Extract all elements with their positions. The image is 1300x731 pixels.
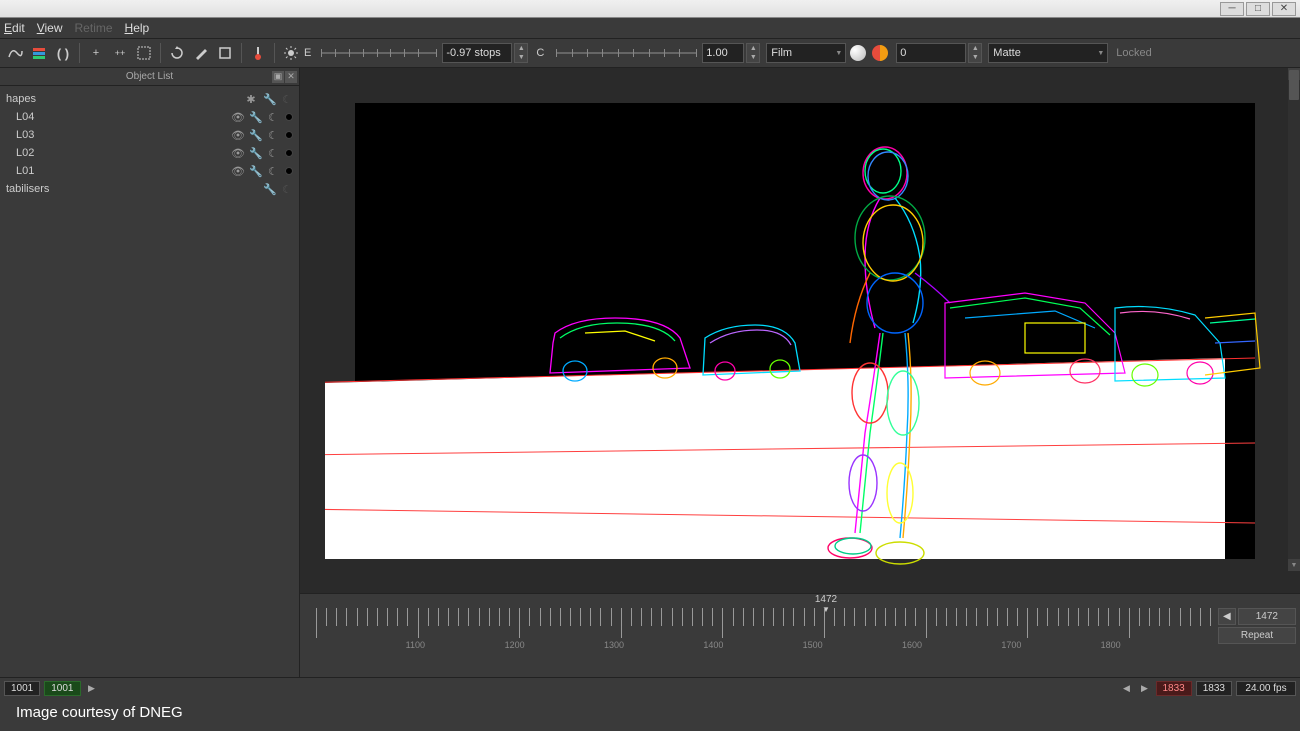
item-label: L02 xyxy=(6,147,231,159)
close-button[interactable]: ✕ xyxy=(1272,2,1296,16)
repeat-button[interactable]: Repeat xyxy=(1218,627,1296,644)
bottom-bar: 1001 1001 ▶ ◀ ▶ 1833 1833 24.00 fps xyxy=(0,677,1300,699)
list-item[interactable]: hapes✱ 🔧 ☾ xyxy=(0,90,299,108)
white-point-icon[interactable] xyxy=(850,45,866,61)
separator xyxy=(160,43,161,63)
matte-dropdown[interactable]: Matte xyxy=(988,43,1108,63)
colorspace-dropdown[interactable]: Film xyxy=(766,43,846,63)
split-color-icon[interactable] xyxy=(872,45,888,61)
moon-icon: ☾ xyxy=(281,93,293,106)
selection-icon[interactable] xyxy=(133,42,155,64)
wrench-icon: 🔧 xyxy=(249,129,261,142)
start-range-field[interactable]: 1001 xyxy=(4,681,40,696)
gain-field[interactable] xyxy=(896,43,966,63)
stops-spinner[interactable]: ▲▼ xyxy=(514,43,528,63)
wrench-icon: 🔧 xyxy=(263,93,275,106)
fps-field[interactable]: 24.00 fps xyxy=(1236,681,1296,696)
roto-shapes xyxy=(325,93,1285,593)
menu-help[interactable]: Help xyxy=(125,21,150,35)
play-forward-icon[interactable]: ▶ xyxy=(85,682,99,696)
menu-edit[interactable]: Edit xyxy=(4,21,25,35)
rotate-icon[interactable] xyxy=(166,42,188,64)
panel-title-text: Object List xyxy=(126,71,173,82)
in-point-field[interactable]: 1001 xyxy=(44,681,80,696)
item-label: L03 xyxy=(6,129,231,141)
minimize-button[interactable]: ─ xyxy=(1220,2,1244,16)
color-dot[interactable] xyxy=(285,167,293,175)
eye-icon[interactable]: 👁 xyxy=(231,111,243,124)
eye-icon[interactable]: 👁 xyxy=(231,147,243,160)
add-point-icon[interactable]: + xyxy=(85,42,107,64)
exposure-slider[interactable] xyxy=(321,49,436,57)
menu-retime: Retime xyxy=(75,21,113,35)
maximize-button[interactable]: □ xyxy=(1246,2,1270,16)
moon-icon[interactable]: ☾ xyxy=(267,129,279,142)
object-list: hapes✱🔧☾ L04👁🔧☾ L03👁🔧☾ L02👁🔧☾ L01👁🔧☾ tab… xyxy=(0,86,299,677)
eye-icon[interactable]: 👁 xyxy=(231,129,243,142)
list-item[interactable]: L04👁 🔧 ☾ xyxy=(0,108,299,126)
timeline: 1472▼ 11001200130014001500160017001800 ◀… xyxy=(300,593,1300,677)
eye-icon[interactable]: 👁 xyxy=(231,165,243,178)
gamma-slider[interactable] xyxy=(556,49,696,57)
wrench-icon: 🔧 xyxy=(263,183,275,196)
color-dot[interactable] xyxy=(285,113,293,121)
add-points-icon[interactable]: ++ xyxy=(109,42,131,64)
canvas[interactable] xyxy=(355,103,1255,559)
viewport: 1472▼ 11001200130014001500160017001800 ◀… xyxy=(300,68,1300,677)
goto-frame-field[interactable]: 1472 xyxy=(1238,608,1296,625)
moon-icon[interactable]: ☾ xyxy=(267,111,279,124)
separator xyxy=(241,43,242,63)
out-point-field[interactable]: 1833 xyxy=(1156,681,1192,696)
zoom-spinner[interactable]: ▲▼ xyxy=(746,43,760,63)
list-item[interactable]: L03👁 🔧 ☾ xyxy=(0,126,299,144)
panel-title: Object List ▣✕ xyxy=(0,68,299,86)
color-dot[interactable] xyxy=(285,149,293,157)
step-fwd-icon[interactable]: ▶ xyxy=(1138,682,1152,696)
star-icon[interactable]: ✱ xyxy=(245,93,257,106)
gain-spinner[interactable]: ▲▼ xyxy=(968,43,982,63)
toolbar: ( ) + ++ E ▲▼ C ▲▼ Film ▲▼ Matte Locked xyxy=(0,38,1300,68)
separator xyxy=(79,43,80,63)
list-item[interactable]: L01👁 🔧 ☾ xyxy=(0,162,299,180)
wrench-icon: 🔧 xyxy=(249,165,261,178)
stops-field[interactable] xyxy=(442,43,512,63)
parentheses-icon[interactable]: ( ) xyxy=(52,42,74,64)
window-titlebar: ─ □ ✕ xyxy=(0,0,1300,18)
wrench-icon: 🔧 xyxy=(249,147,261,160)
item-label: L04 xyxy=(6,111,231,123)
list-item[interactable]: L02👁 🔧 ☾ xyxy=(0,144,299,162)
moon-icon[interactable]: ☾ xyxy=(267,147,279,160)
image-credit: Image courtesy of DNEG xyxy=(16,704,183,721)
panel-close-icon[interactable]: ✕ xyxy=(285,71,297,83)
step-back-icon[interactable]: ◀ xyxy=(1120,682,1134,696)
item-label: L01 xyxy=(6,165,231,177)
shape-tool-icon[interactable] xyxy=(4,42,26,64)
locked-label: Locked xyxy=(1116,47,1151,59)
panel-dock-icon[interactable]: ▣ xyxy=(272,71,284,83)
separator xyxy=(274,43,275,63)
crop-icon[interactable] xyxy=(214,42,236,64)
end-range-field[interactable]: 1833 xyxy=(1196,681,1232,696)
item-label: tabilisers xyxy=(6,183,263,195)
wrench-icon: 🔧 xyxy=(249,111,261,124)
timeline-ruler[interactable]: 11001200130014001500160017001800 xyxy=(316,608,1210,650)
item-label: hapes xyxy=(6,93,245,105)
pen-icon[interactable] xyxy=(190,42,212,64)
list-item[interactable]: tabilisers🔧 ☾ xyxy=(0,180,299,198)
menu-view[interactable]: View xyxy=(37,21,63,35)
exposure-label: E xyxy=(304,47,311,59)
color-dot[interactable] xyxy=(285,131,293,139)
menu-bar: Edit View Retime Help xyxy=(0,18,1300,38)
exposure-icon[interactable] xyxy=(280,42,302,64)
moon-icon[interactable]: ☾ xyxy=(267,165,279,178)
zoom-field[interactable] xyxy=(702,43,744,63)
goto-prev-button[interactable]: ◀ xyxy=(1218,608,1236,625)
stops-label: C xyxy=(536,47,544,59)
moon-icon: ☾ xyxy=(281,183,293,196)
thermometer-icon[interactable] xyxy=(247,42,269,64)
layers-icon[interactable] xyxy=(28,42,50,64)
object-list-panel: Object List ▣✕ hapes✱🔧☾ L04👁🔧☾ L03👁🔧☾ L0… xyxy=(0,68,300,677)
vertical-scrollbar[interactable]: ▲▼ xyxy=(1288,68,1300,571)
